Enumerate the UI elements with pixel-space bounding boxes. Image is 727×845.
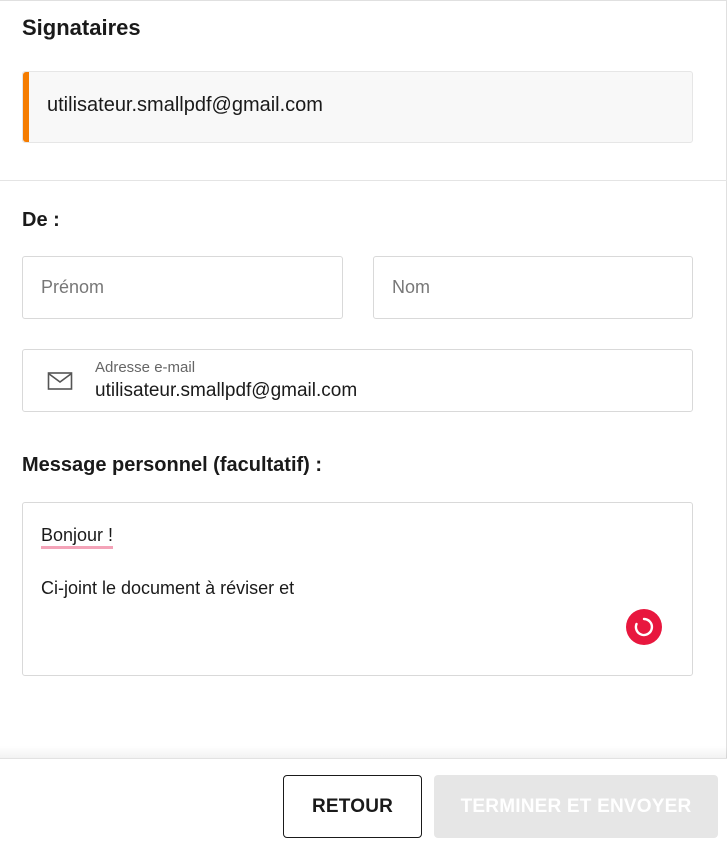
from-title: De :: [22, 209, 60, 231]
last-name-field[interactable]: [373, 256, 693, 319]
signature-request-panel: Signataires utilisateur.smallpdf@gmail.c…: [0, 0, 727, 845]
section-divider: [0, 180, 727, 181]
first-name-input[interactable]: [41, 257, 321, 318]
email-label: Adresse e-mail: [95, 359, 196, 376]
message-title: Message personnel (facultatif) :: [22, 454, 323, 476]
signer-email: utilisateur.smallpdf@gmail.com: [47, 94, 323, 116]
message-line-body: Ci-joint le document à réviser et: [41, 578, 295, 598]
spellcheck-underline-text: Bonjour !: [41, 525, 114, 549]
email-field[interactable]: Adresse e-mail utilisateur.smallpdf@gmai…: [22, 349, 693, 412]
personal-message-textarea[interactable]: Bonjour ! Ci-joint le document à réviser…: [22, 502, 693, 676]
envelope-icon: [47, 370, 73, 392]
signers-title: Signataires: [22, 15, 141, 40]
signer-card[interactable]: utilisateur.smallpdf@gmail.com: [22, 71, 693, 143]
signer-accent-bar: [23, 72, 29, 142]
footer-shadow: [0, 746, 727, 758]
last-name-input[interactable]: [392, 257, 672, 318]
message-line-greeting: Bonjour !: [41, 525, 114, 549]
email-value[interactable]: utilisateur.smallpdf@gmail.com: [95, 380, 357, 402]
grammar-checker-icon[interactable]: [626, 609, 662, 645]
first-name-field[interactable]: [22, 256, 343, 319]
back-button[interactable]: RETOUR: [283, 775, 422, 838]
footer-bar: RETOUR TERMINER ET ENVOYER: [0, 758, 727, 845]
finish-and-send-button[interactable]: TERMINER ET ENVOYER: [434, 775, 718, 838]
